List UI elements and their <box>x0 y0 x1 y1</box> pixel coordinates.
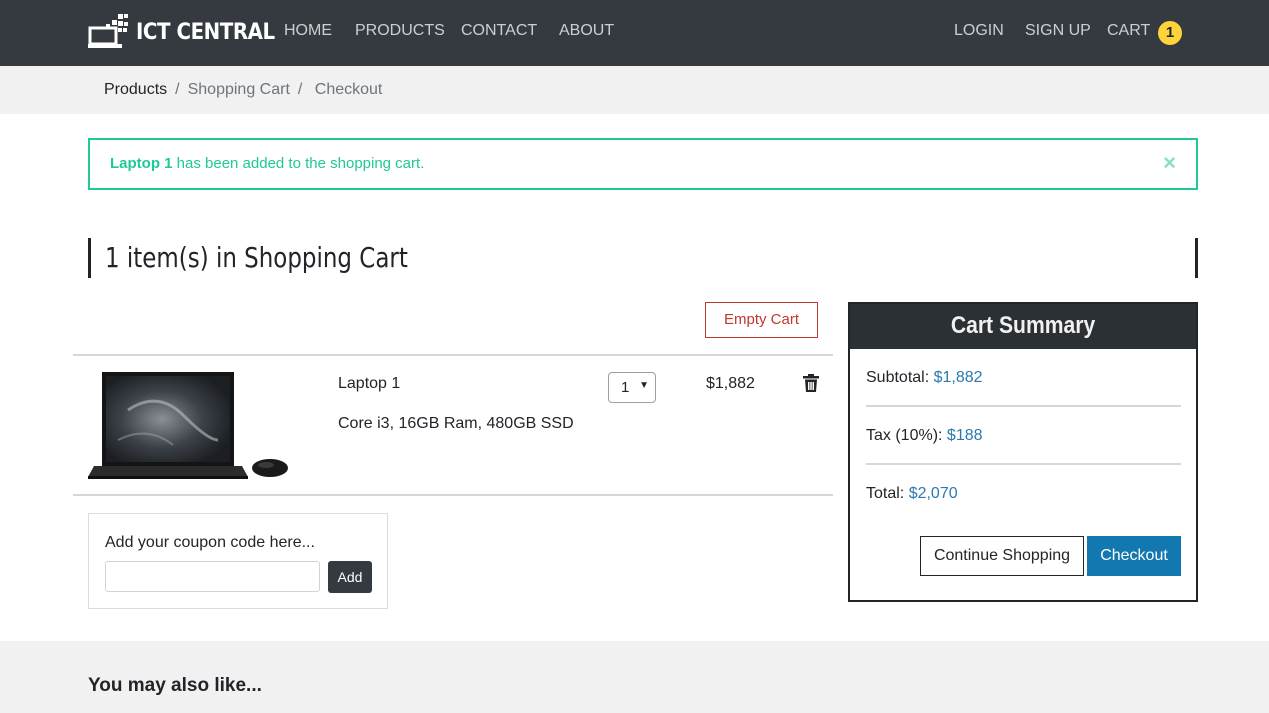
page-title: 1 item(s) in Shopping Cart <box>105 241 408 274</box>
cart-heading-block: 1 item(s) in Shopping Cart <box>88 238 1198 278</box>
breadcrumb-separator: / <box>297 81 307 98</box>
product-price: $1,882 <box>706 375 755 392</box>
cart-summary: Cart Summary Subtotal: $1,882 Tax (10%):… <box>848 302 1198 602</box>
top-navbar: ICT CENTRAL HOME PRODUCTS CONTACT ABOUT … <box>0 0 1269 66</box>
quantity-value: 1 <box>621 379 630 396</box>
tax-label: Tax (10%): <box>866 427 947 444</box>
empty-cart-button[interactable]: Empty Cart <box>705 302 818 338</box>
subtotal-label: Subtotal: <box>866 369 934 386</box>
checkout-button[interactable]: Checkout <box>1087 536 1181 576</box>
trash-icon[interactable] <box>802 374 820 392</box>
breadcrumb-separator: / <box>175 81 180 98</box>
laptop-logo-icon <box>88 14 128 48</box>
divider <box>73 494 833 496</box>
nav-home-link[interactable]: HOME <box>284 22 332 40</box>
nav-about-link[interactable]: ABOUT <box>559 22 614 40</box>
breadcrumb: Products / Shopping Cart / Checkout <box>104 81 382 99</box>
nav-products-link[interactable]: PRODUCTS <box>355 22 445 40</box>
product-description: Core i3, 16GB Ram, 480GB SSD <box>338 415 574 432</box>
breadcrumb-shopping-cart[interactable]: Shopping Cart <box>188 81 290 98</box>
breadcrumb-checkout: Checkout <box>314 81 383 98</box>
product-name[interactable]: Laptop 1 <box>338 375 400 393</box>
subtotal-value: $1,882 <box>933 369 983 386</box>
tax-line: Tax (10%): $188 <box>866 427 983 445</box>
cart-count-badge[interactable]: 1 <box>1158 21 1182 45</box>
breadcrumb-bar: Products / Shopping Cart / Checkout <box>0 66 1269 114</box>
total-value: $2,070 <box>908 485 958 502</box>
alert-product-name: Laptop 1 <box>110 155 173 172</box>
added-to-cart-alert: Laptop 1 has been added to the shopping … <box>88 138 1198 190</box>
recommendations-section: You may also like... <box>0 641 1269 713</box>
total-label: Total: <box>866 485 909 502</box>
continue-shopping-button[interactable]: Continue Shopping <box>920 536 1084 576</box>
divider <box>866 463 1181 465</box>
cart-summary-title: Cart Summary <box>950 312 1096 339</box>
nav-signup-link[interactable]: SIGN UP <box>1025 22 1091 40</box>
cart-summary-header: Cart Summary <box>850 304 1196 349</box>
coupon-label: Add your coupon code here... <box>105 534 315 551</box>
alert-message-text: has been added to the shopping cart. <box>172 155 425 172</box>
add-coupon-button[interactable]: Add <box>328 561 372 593</box>
subtotal-line: Subtotal: $1,882 <box>866 369 983 387</box>
breadcrumb-products[interactable]: Products <box>104 81 167 98</box>
nav-contact-link[interactable]: CONTACT <box>461 22 537 40</box>
brand-name: ICT CENTRAL <box>136 19 275 45</box>
divider <box>866 405 1181 407</box>
alert-message: Laptop 1 has been added to the shopping … <box>110 155 424 172</box>
coupon-box: Add your coupon code here... Add <box>88 513 388 609</box>
tax-value: $188 <box>946 427 983 444</box>
nav-login-link[interactable]: LOGIN <box>954 22 1004 40</box>
divider <box>73 354 833 356</box>
quantity-select[interactable]: 1 ▼ <box>608 372 656 403</box>
coupon-input[interactable] <box>105 561 320 592</box>
chevron-down-icon: ▼ <box>639 380 649 391</box>
brand-logo[interactable]: ICT CENTRAL <box>88 14 290 50</box>
laptop-image[interactable] <box>88 370 290 482</box>
close-icon[interactable]: × <box>1163 152 1176 174</box>
total-line: Total: $2,070 <box>866 485 958 503</box>
nav-cart-link[interactable]: CART <box>1107 22 1150 40</box>
recommendations-heading: You may also like... <box>88 675 262 696</box>
